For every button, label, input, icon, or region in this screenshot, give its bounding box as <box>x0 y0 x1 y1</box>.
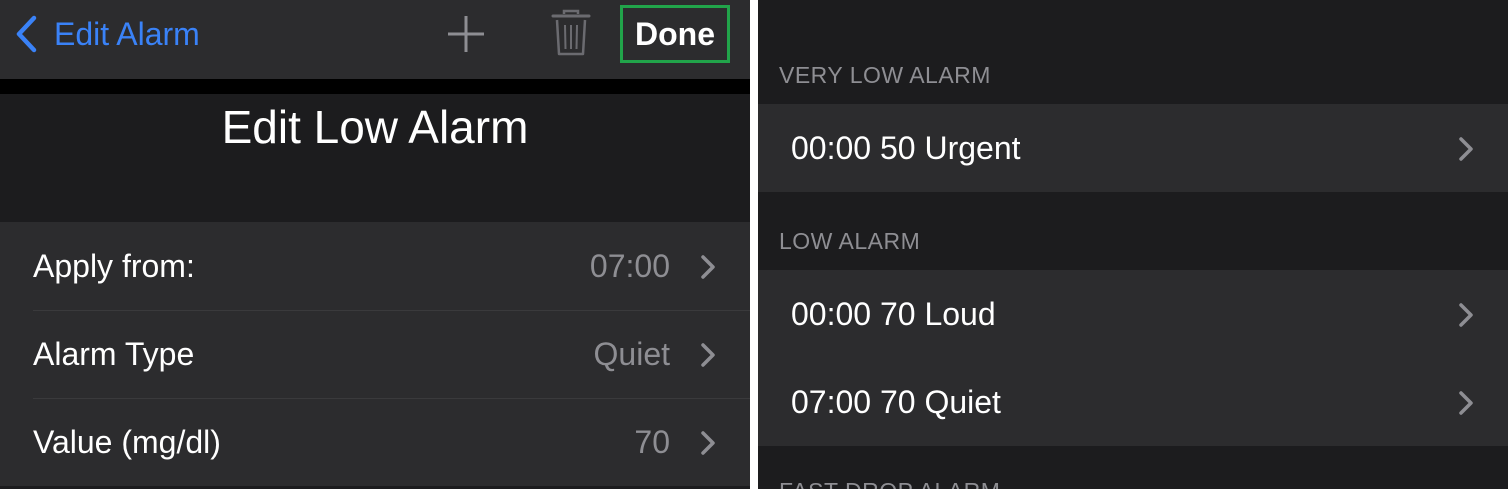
row-value: 07:00 <box>589 248 670 284</box>
plus-icon[interactable] <box>446 14 486 54</box>
row-label: Apply from: <box>33 248 195 284</box>
row-value: 70 <box>634 424 670 460</box>
chevron-right-icon <box>701 431 715 455</box>
list-item-very-low-1[interactable]: 00:00 50 Urgent <box>758 104 1508 192</box>
row-value: Quiet <box>593 336 670 372</box>
back-button-label: Edit Alarm <box>54 15 200 52</box>
row-alarm-type[interactable]: Alarm Type Quiet <box>0 310 750 398</box>
row-apply-from[interactable]: Apply from: 07:00 <box>0 222 750 310</box>
trash-icon[interactable] <box>549 8 593 58</box>
list-item-label: 07:00 70 Quiet <box>791 384 1001 420</box>
done-button[interactable]: Done <box>620 5 730 63</box>
list-item-low-2[interactable]: 07:00 70 Quiet <box>758 358 1508 446</box>
chevron-right-icon <box>1459 303 1473 327</box>
chevron-right-icon <box>1459 391 1473 415</box>
list-item-low-1[interactable]: 00:00 70 Loud <box>758 270 1508 358</box>
row-label: Alarm Type <box>33 336 195 372</box>
divider <box>0 79 750 94</box>
chevron-right-icon <box>1459 137 1473 161</box>
alarm-list-screen: VERY LOW ALARM 00:00 50 Urgent LOW ALARM… <box>758 0 1508 489</box>
list-item-label: 00:00 70 Loud <box>791 296 996 332</box>
section-header-low: LOW ALARM <box>779 228 921 254</box>
section-header-fast-drop: FAST DROP ALARM <box>779 478 1000 489</box>
navigation-bar: Edit Alarm Done <box>0 0 750 79</box>
list-item-label: 00:00 50 Urgent <box>791 130 1021 166</box>
chevron-right-icon <box>701 343 715 367</box>
edit-low-alarm-screen: Edit Alarm Done Edit Low Alarm Apply fro… <box>0 0 750 489</box>
chevron-left-icon <box>16 15 37 53</box>
chevron-right-icon <box>701 255 715 279</box>
page-title: Edit Low Alarm <box>0 94 750 222</box>
back-button[interactable]: Edit Alarm <box>14 12 200 56</box>
row-label: Value (mg/dl) <box>33 424 221 460</box>
row-value-mg-dl[interactable]: Value (mg/dl) 70 <box>0 398 750 486</box>
alarm-settings-list: Apply from: 07:00 Alarm Type Quiet Value… <box>0 222 750 486</box>
section-header-very-low: VERY LOW ALARM <box>779 62 991 88</box>
